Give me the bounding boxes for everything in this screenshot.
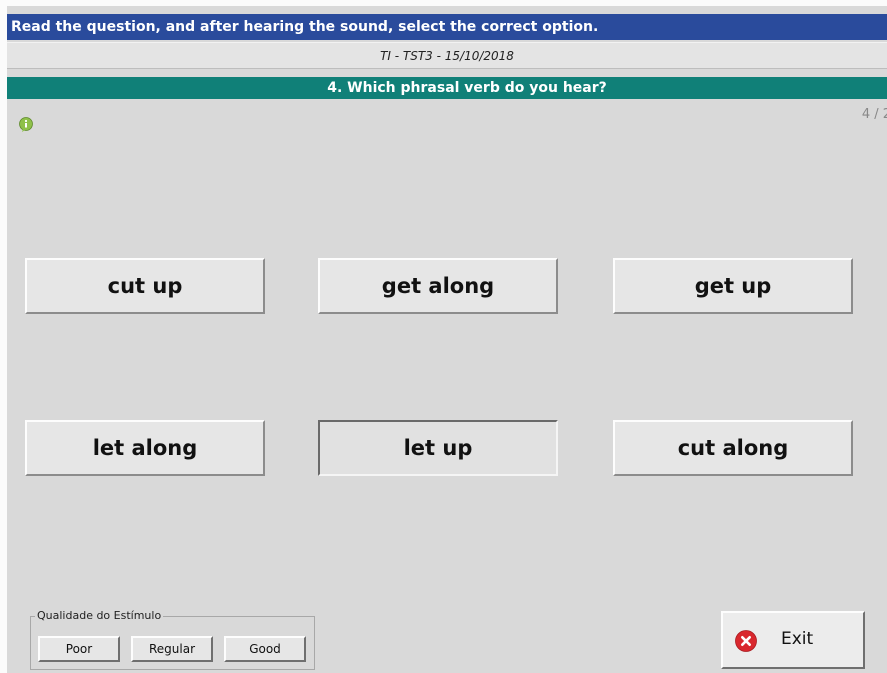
test-window: Read the question, and after hearing the… (7, 6, 887, 673)
question-title: 4. Which phrasal verb do you hear? (7, 77, 887, 99)
instruction-bar: Read the question, and after hearing the… (7, 14, 887, 40)
option-button-5[interactable]: let up (318, 420, 558, 476)
quality-regular-button[interactable]: Regular (131, 636, 213, 662)
option-button-1[interactable]: cut up (25, 258, 265, 314)
progress-counter: 4 / 2 (861, 107, 887, 122)
option-button-2[interactable]: get along (318, 258, 558, 314)
option-button-6[interactable]: cut along (613, 420, 853, 476)
exit-label: Exit (781, 629, 814, 649)
quality-poor-button[interactable]: Poor (38, 636, 120, 662)
stimulus-quality-legend: Qualidade do Estímulo (35, 609, 164, 622)
close-circle-icon (735, 630, 757, 652)
session-label: TI - TST3 - 15/10/2018 (7, 42, 887, 69)
info-bubble-icon[interactable] (18, 117, 34, 133)
stimulus-quality-group: Qualidade do Estímulo Poor Regular Good (30, 609, 315, 670)
quality-good-button[interactable]: Good (224, 636, 306, 662)
exit-button[interactable]: Exit (721, 611, 865, 669)
option-button-4[interactable]: let along (25, 420, 265, 476)
option-button-3[interactable]: get up (613, 258, 853, 314)
